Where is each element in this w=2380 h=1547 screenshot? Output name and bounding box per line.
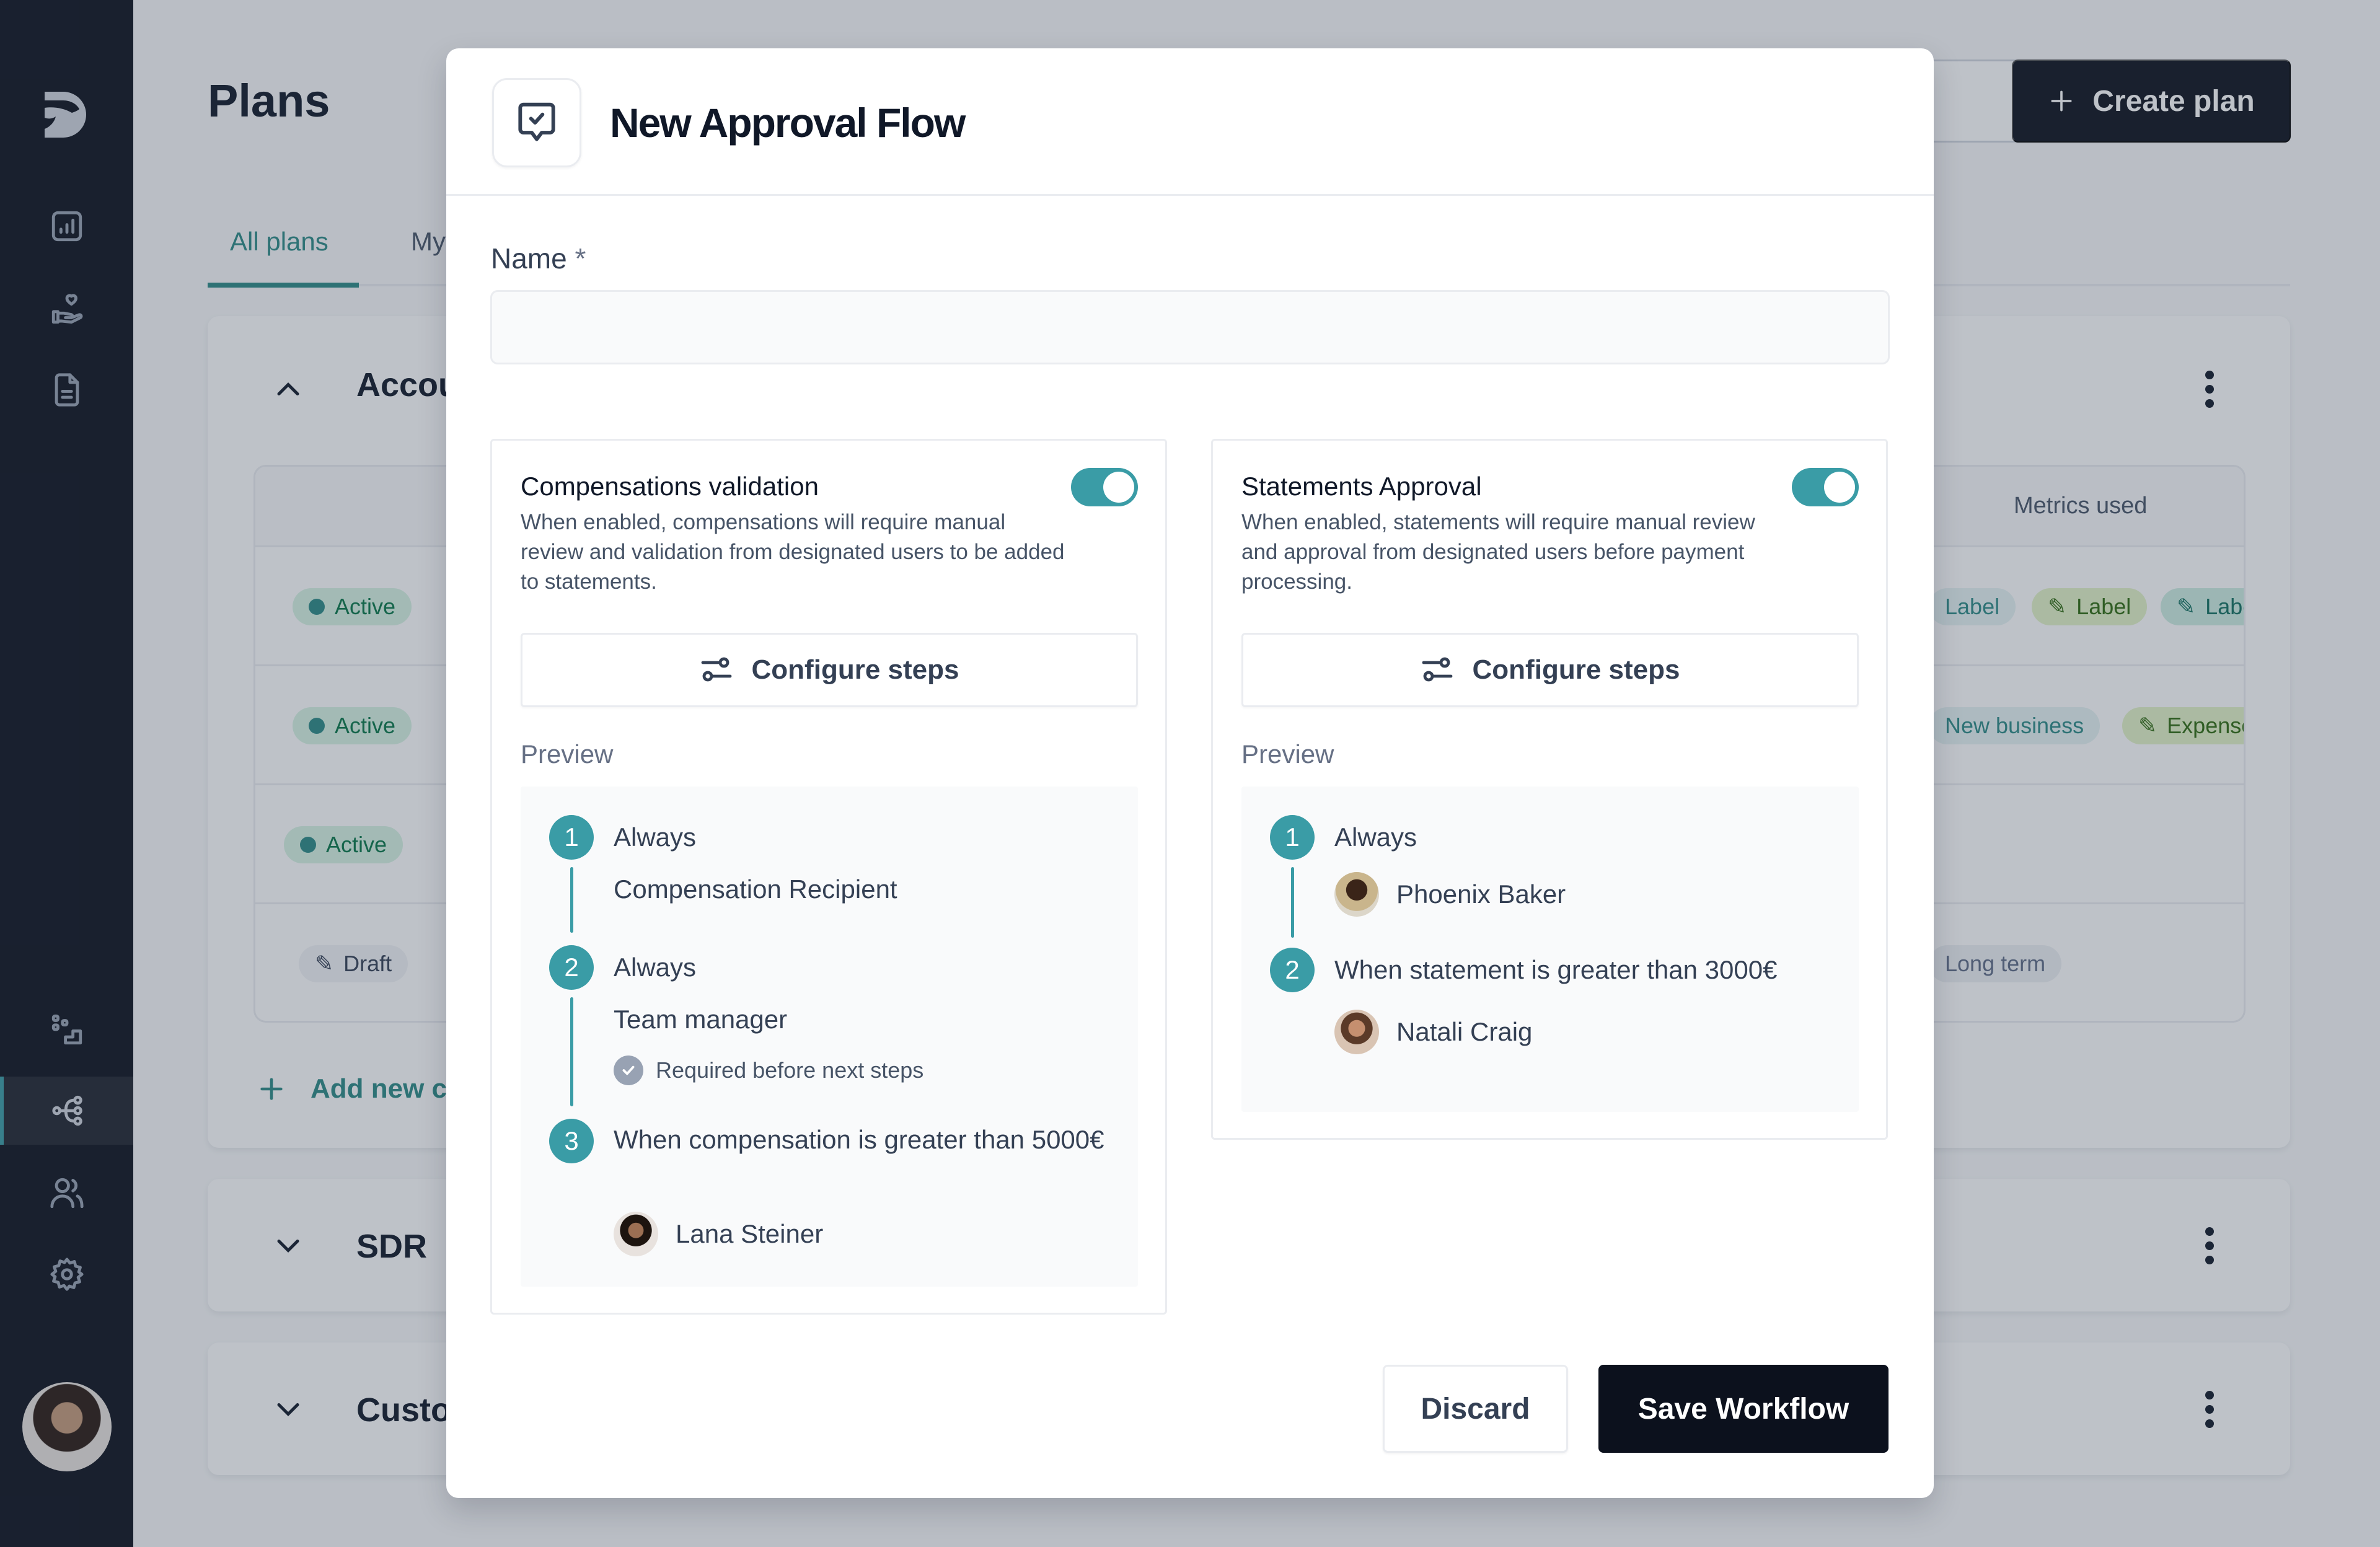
name-label: Name * bbox=[491, 242, 586, 275]
avatar bbox=[1334, 1010, 1379, 1054]
modal-icon-box bbox=[492, 78, 581, 167]
approver-person: Phoenix Baker bbox=[1334, 872, 1566, 917]
avatar bbox=[614, 1212, 658, 1256]
step-condition: Always bbox=[614, 953, 697, 982]
steps-preview: 1 Always Compensation Recipient 2 Always… bbox=[521, 787, 1138, 1287]
sliders-icon bbox=[701, 657, 731, 682]
step-condition: Always bbox=[1334, 822, 1417, 852]
step-number: 1 bbox=[1270, 815, 1315, 860]
configure-steps-button[interactable]: Configure steps bbox=[1241, 633, 1859, 707]
step-condition: When compensation is greater than 5000€ bbox=[614, 1125, 1104, 1154]
configure-steps-button[interactable]: Configure steps bbox=[521, 633, 1138, 707]
statements-approval-toggle[interactable] bbox=[1792, 468, 1859, 506]
message-check-icon bbox=[518, 102, 555, 141]
modal-header: New Approval Flow bbox=[446, 48, 1934, 196]
approver-person: Natali Craig bbox=[1334, 1010, 1532, 1054]
discard-button[interactable]: Discard bbox=[1383, 1365, 1568, 1453]
flow-description: When enabled, compensations will require… bbox=[521, 510, 1065, 594]
flow-description: When enabled, statements will require ma… bbox=[1241, 510, 1755, 594]
required-note: Required before next steps bbox=[614, 1056, 923, 1085]
step-connector bbox=[570, 997, 573, 1106]
step-connector bbox=[1291, 867, 1294, 938]
flow-title: Statements Approval bbox=[1241, 472, 1482, 501]
step-condition: When statement is greater than 3000€ bbox=[1334, 955, 1778, 984]
preview-label: Preview bbox=[521, 739, 614, 769]
name-input[interactable] bbox=[490, 290, 1890, 364]
flow-title: Compensations validation bbox=[521, 472, 819, 501]
new-approval-flow-modal: New Approval Flow Name * Compensations v… bbox=[446, 48, 1934, 1498]
step-condition: Always bbox=[614, 822, 697, 852]
approver-person: Lana Steiner bbox=[614, 1212, 823, 1256]
preview-label: Preview bbox=[1241, 739, 1334, 769]
compensations-validation-card: Compensations validation When enabled, c… bbox=[490, 439, 1167, 1315]
step-number: 3 bbox=[549, 1119, 594, 1163]
step-number: 1 bbox=[549, 815, 594, 860]
step-approver: Team manager bbox=[614, 1005, 788, 1034]
statements-approval-card: Statements Approval When enabled, statem… bbox=[1211, 439, 1888, 1140]
modal-title: New Approval Flow bbox=[610, 100, 966, 146]
step-number: 2 bbox=[1270, 948, 1315, 992]
save-workflow-button[interactable]: Save Workflow bbox=[1598, 1365, 1889, 1453]
step-connector bbox=[570, 867, 573, 933]
compensations-validation-toggle[interactable] bbox=[1071, 468, 1138, 506]
check-circle-icon bbox=[614, 1056, 643, 1085]
avatar bbox=[1334, 872, 1379, 917]
steps-preview: 1 Always Phoenix Baker 2 When statement … bbox=[1241, 787, 1859, 1112]
step-number: 2 bbox=[549, 945, 594, 990]
step-approver: Compensation Recipient bbox=[614, 875, 897, 904]
sliders-icon bbox=[1422, 657, 1452, 682]
